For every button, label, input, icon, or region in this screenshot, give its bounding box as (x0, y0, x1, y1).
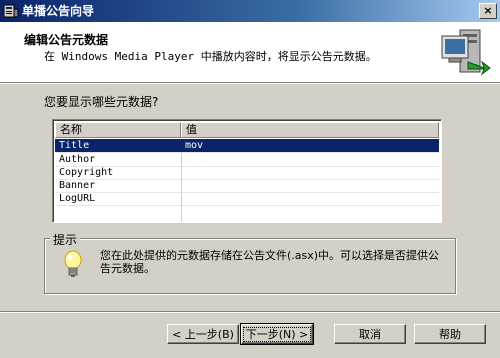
row-name: Banner (59, 180, 96, 191)
window-title: 单播公告向导 (22, 4, 95, 18)
lightbulb-icon (64, 250, 82, 277)
row-name: LogURL (59, 193, 96, 204)
table-row[interactable]: LogURL (55, 192, 439, 206)
close-button[interactable]: × (479, 3, 497, 19)
next-button-label: 下一步(N) > (242, 327, 312, 342)
title-bar: 单播公告向导 × (0, 0, 500, 22)
column-header-value[interactable]: 值 (181, 122, 439, 138)
row-name: Author (59, 154, 96, 165)
page-subtitle: 在 Windows Media Player 中播放内容时，将显示公告元数据。 (44, 50, 377, 63)
question-label: 您要显示哪些元数据? (44, 95, 159, 109)
table-row[interactable]: Title mov (55, 139, 439, 153)
header-divider (0, 83, 500, 84)
table-row[interactable]: Banner (55, 179, 439, 193)
wizard-header: 编辑公告元数据 在 Windows Media Player 中播放内容时，将显… (0, 22, 500, 83)
row-value[interactable]: mov (185, 139, 435, 152)
app-icon (3, 4, 19, 18)
back-button[interactable]: < 上一步(B) (167, 324, 239, 344)
row-name: Copyright (59, 167, 114, 178)
page-title: 编辑公告元数据 (24, 33, 109, 47)
next-button[interactable]: 下一步(N) > (240, 323, 314, 345)
metadata-list[interactable]: 名称 值 Title mov Author Copyright Banner L… (52, 119, 442, 223)
cancel-button[interactable]: 取消 (334, 324, 406, 344)
server-monitor-icon (441, 29, 491, 76)
table-row[interactable]: Author (55, 153, 439, 167)
footer-divider-highlight (0, 312, 500, 313)
table-row[interactable]: Copyright (55, 166, 439, 180)
column-header-name[interactable]: 名称 (55, 122, 181, 138)
tip-label: 提示 (50, 231, 81, 248)
row-name: Title (59, 140, 90, 151)
help-button[interactable]: 帮助 (414, 324, 486, 344)
tip-text: 您在此处提供的元数据存储在公告文件(.asx)中。可以选择是否提供公告元数据。 (100, 249, 440, 275)
